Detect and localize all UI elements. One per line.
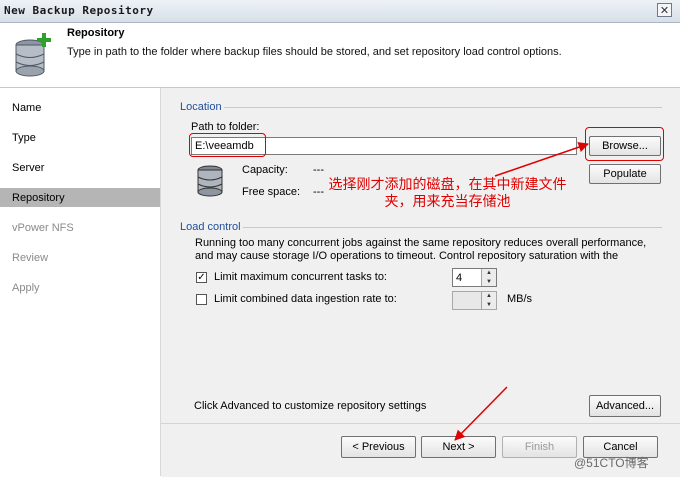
watermark: @51CTO博客: [574, 456, 649, 470]
arrow-to-next: [454, 386, 508, 441]
annotation-arrows: [454, 142, 589, 441]
arrow-to-browse: [494, 142, 589, 177]
